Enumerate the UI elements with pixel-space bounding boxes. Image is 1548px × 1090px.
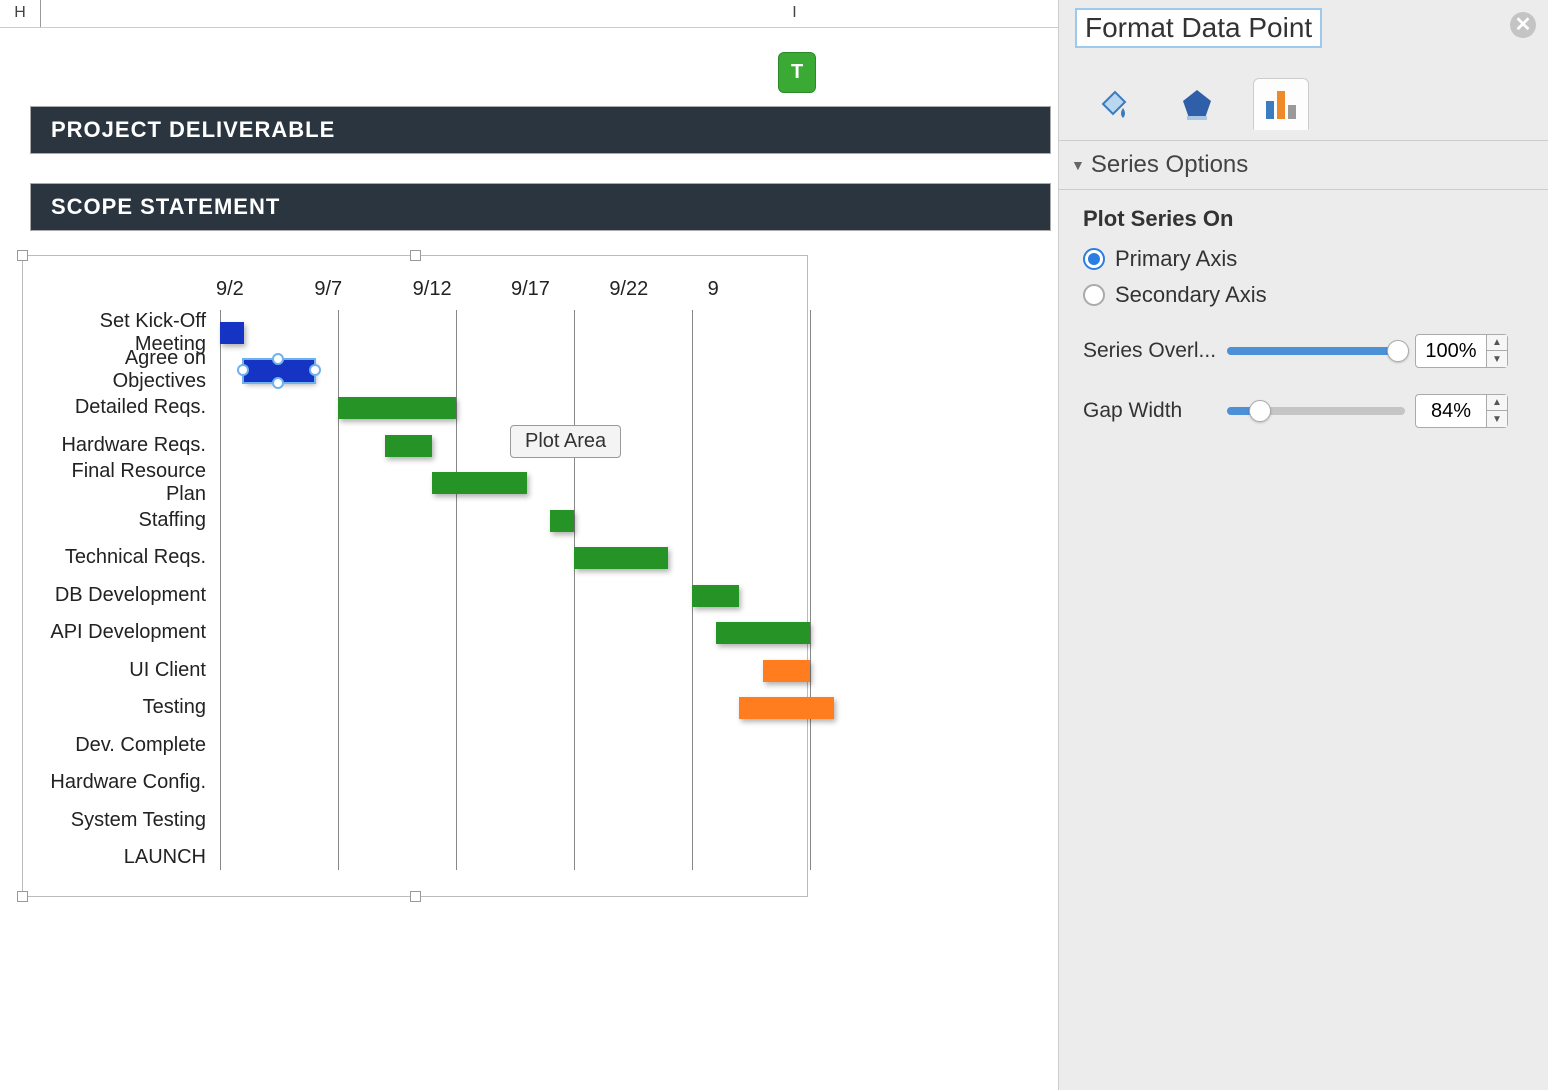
paint-bucket-icon <box>1095 86 1131 122</box>
gap-width-value[interactable]: 84% <box>1416 395 1486 427</box>
gantt-bar[interactable] <box>244 360 315 382</box>
gantt-bar[interactable] <box>763 660 810 682</box>
chart-row: System Testing <box>30 802 806 840</box>
task-label: Agree on Objectives <box>30 347 214 393</box>
chart-row: Hardware Config. <box>30 764 806 802</box>
task-label: System Testing <box>30 809 214 832</box>
x-axis-tick: 9/22 <box>609 278 707 308</box>
gap-width-stepper: 84% ▲ ▼ <box>1415 394 1508 428</box>
tab-series-options[interactable] <box>1253 78 1309 130</box>
bar-selection-handle[interactable] <box>272 377 284 389</box>
format-sidebar: Format Data Point ✕ ▼ Series Options <box>1058 0 1548 1090</box>
series-overlap-stepper: 100% ▲ ▼ <box>1415 334 1508 368</box>
chart-row: UI Client <box>30 652 806 690</box>
close-sidebar-button[interactable]: ✕ <box>1510 12 1536 38</box>
task-label: Dev. Complete <box>30 734 214 757</box>
slider-thumb[interactable] <box>1387 340 1409 362</box>
gantt-bar[interactable] <box>574 547 668 569</box>
bar-selection-handle[interactable] <box>272 353 284 365</box>
series-overlap-row: Series Overl... 100% ▲ ▼ <box>1083 334 1524 368</box>
gantt-bar[interactable] <box>692 585 739 607</box>
task-label: UI Client <box>30 659 214 682</box>
task-label: Staffing <box>30 509 214 532</box>
section-header-series-options[interactable]: ▼ Series Options <box>1059 141 1548 190</box>
section-label: Series Options <box>1091 151 1248 179</box>
bar-selection-handle[interactable] <box>237 364 249 376</box>
series-overlap-step-up[interactable]: ▲ <box>1487 335 1507 351</box>
series-overlap-slider[interactable] <box>1227 347 1405 355</box>
gap-width-label: Gap Width <box>1083 399 1217 423</box>
chart-resize-handle-tm[interactable] <box>410 250 421 261</box>
gantt-bar[interactable] <box>385 435 432 457</box>
gantt-bar[interactable] <box>739 697 833 719</box>
bar-chart-icon <box>1263 87 1299 121</box>
chart-resize-handle-tl[interactable] <box>17 250 28 261</box>
chart-row: Hardware Reqs. <box>30 427 806 465</box>
gantt-bar[interactable] <box>338 397 456 419</box>
chart-row: Final Resource Plan <box>30 464 806 502</box>
plot-series-on-heading: Plot Series On <box>1083 206 1524 232</box>
task-label: Hardware Reqs. <box>30 434 214 457</box>
gap-width-slider[interactable] <box>1227 407 1405 415</box>
chart-resize-handle-bm[interactable] <box>410 891 421 902</box>
chart-row: Staffing <box>30 502 806 540</box>
task-label: Final Resource Plan <box>30 460 214 506</box>
tab-effects[interactable] <box>1169 78 1225 130</box>
sidebar-icon-tabs <box>1059 56 1548 141</box>
task-label: LAUNCH <box>30 846 214 869</box>
sidebar-title[interactable]: Format Data Point <box>1075 8 1322 48</box>
chart-row: Testing <box>30 689 806 727</box>
tab-fill-line[interactable] <box>1085 78 1141 130</box>
radio-primary-axis[interactable] <box>1083 248 1105 270</box>
plot-area-tooltip: Plot Area <box>510 425 621 458</box>
chart-row: API Development <box>30 614 806 652</box>
chart-row: LAUNCH <box>30 839 806 877</box>
chart-rows: Set Kick-Off MeetingAgree on Objectives D… <box>30 314 806 877</box>
chart-row: DB Development <box>30 577 806 615</box>
button-unknown-t[interactable]: T <box>778 52 816 93</box>
task-label: Hardware Config. <box>30 771 214 794</box>
pentagon-icon <box>1179 86 1215 122</box>
x-axis-tick: 9/12 <box>413 278 511 308</box>
chart-row: Technical Reqs. <box>30 539 806 577</box>
col-header-H[interactable]: H <box>0 0 40 27</box>
task-label: Detailed Reqs. <box>30 396 214 419</box>
section-header-project-deliverable: PROJECT DELIVERABLE <box>30 106 1051 154</box>
chart-row: Agree on Objectives <box>30 352 806 390</box>
chart-resize-handle-bl[interactable] <box>17 891 28 902</box>
gantt-bar[interactable] <box>220 322 244 344</box>
radio-secondary-axis-label: Secondary Axis <box>1115 282 1267 308</box>
task-label: DB Development <box>30 584 214 607</box>
gap-width-step-up[interactable]: ▲ <box>1487 395 1507 411</box>
chart-x-axis: 9/29/79/129/179/229 <box>216 278 806 308</box>
x-axis-tick: 9 <box>708 278 806 308</box>
series-overlap-label: Series Overl... <box>1083 339 1217 363</box>
gap-width-row: Gap Width 84% ▲ ▼ <box>1083 394 1524 428</box>
section-header-scope-statement: SCOPE STATEMENT <box>30 183 1051 231</box>
task-label: Testing <box>30 696 214 719</box>
chart-row: Set Kick-Off Meeting <box>30 314 806 352</box>
x-axis-tick: 9/17 <box>511 278 609 308</box>
series-overlap-value[interactable]: 100% <box>1416 335 1486 367</box>
gantt-bar[interactable] <box>550 510 574 532</box>
disclosure-triangle-icon: ▼ <box>1071 157 1085 173</box>
bar-selection-handle[interactable] <box>309 364 321 376</box>
radio-primary-axis-row[interactable]: Primary Axis <box>1083 246 1524 272</box>
radio-secondary-axis-row[interactable]: Secondary Axis <box>1083 282 1524 308</box>
x-axis-tick: 9/7 <box>314 278 412 308</box>
chart-row: Dev. Complete <box>30 727 806 765</box>
radio-secondary-axis[interactable] <box>1083 284 1105 306</box>
chart-row: Detailed Reqs. <box>30 389 806 427</box>
slider-thumb[interactable] <box>1249 400 1271 422</box>
series-overlap-step-down[interactable]: ▼ <box>1487 351 1507 367</box>
gantt-bar[interactable] <box>432 472 526 494</box>
x-axis-tick: 9/2 <box>216 278 314 308</box>
radio-primary-axis-label: Primary Axis <box>1115 246 1237 272</box>
gantt-bar[interactable] <box>716 622 810 644</box>
gap-width-step-down[interactable]: ▼ <box>1487 411 1507 427</box>
task-label: Technical Reqs. <box>30 546 214 569</box>
task-label: API Development <box>30 621 214 644</box>
